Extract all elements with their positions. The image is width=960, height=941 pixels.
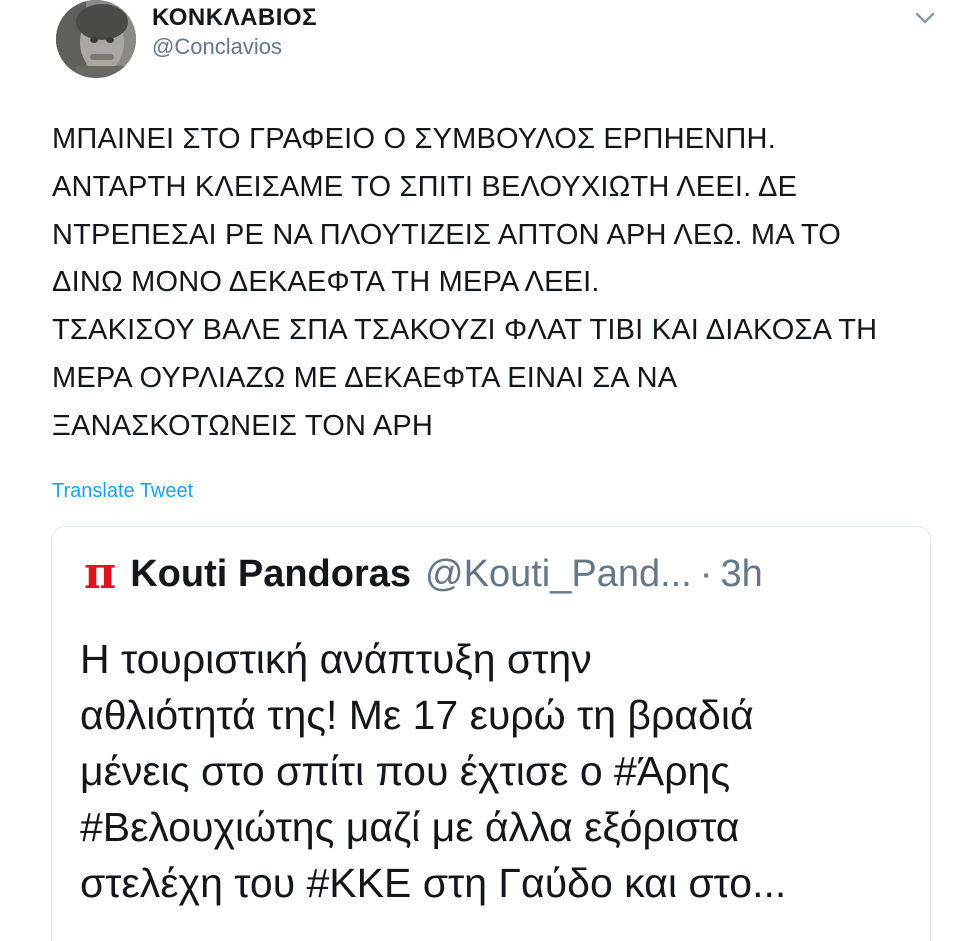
tweet-text-line: ΜΕΡΑ ΟΥΡΛΙΑΖΩ ΜΕ ΔΕΚΑΕΦΤΑ ΕΙΝΑΙ ΣΑ ΝΑ bbox=[52, 361, 678, 394]
quoted-tweet-card[interactable]: π Kouti Pandoras @Kouti_Pand... · 3h Η τ… bbox=[51, 526, 931, 941]
tweet-text-line: ΞΑΝΑΣΚΟΤΩΝΕΙΣ ΤΟΝ ΑΡΗ bbox=[52, 409, 434, 442]
quoted-text-line: #Βελουχιώτης μαζί με άλλα εξόριστα bbox=[80, 804, 740, 850]
tweet-text-line: ΜΠΑΙΝΕΙ ΣΤΟ ΓΡΑΦΕΙΟ Ο ΣΥΜΒΟΥΛΟΣ ΕΡΠΗΕΝΠΗ… bbox=[52, 123, 776, 155]
user-handle[interactable]: @Conclavios bbox=[152, 34, 282, 60]
quoted-text-line: Η τουριστική ανάπτυξη στην bbox=[80, 636, 592, 682]
avatar-photo bbox=[56, 0, 136, 78]
quoted-tweet-text: Η τουριστική ανάπτυξη στην αθλιότητά της… bbox=[80, 631, 786, 911]
quoted-text-line: μένεις στο σπίτι που έχτισε ο #Άρης bbox=[80, 748, 731, 794]
tweet-text-line: ΤΣΑΚΙΣΟΥ ΒΑΛΕ ΣΠΑ ΤΣΑΚΟΥΖΙ ΦΛΑΤ ΤΙΒΙ ΚΑΙ… bbox=[52, 314, 878, 347]
chevron-down-icon[interactable] bbox=[914, 10, 936, 26]
quoted-text-line: στελέχη του #ΚΚΕ στη Γαύδο και στο... bbox=[80, 860, 787, 906]
tweet-text: ΜΠΑΙΝΕΙ ΣΤΟ ΓΡΑΦΕΙΟ Ο ΣΥΜΒΟΥΛΟΣ ΕΡΠΗΕΝΠΗ… bbox=[52, 116, 942, 451]
quoted-timestamp[interactable]: 3h bbox=[720, 553, 762, 596]
display-name[interactable]: ΚΟΝΚΛΑΒΙΟΣ bbox=[152, 4, 317, 32]
translate-tweet-link[interactable]: Translate Tweet bbox=[52, 480, 193, 503]
quoted-author-handle[interactable]: @Kouti_Pand... bbox=[425, 553, 692, 596]
tweet-text-line: ΑΝΤΑΡΤΗ ΚΛΕΙΣΑΜΕ ΤΟ ΣΠΙΤΙ ΒΕΛΟΥΧΙΩΤΗ ΛΕΕ… bbox=[52, 170, 798, 203]
tweet-text-line: ΝΤΡΕΠΕΣΑΙ ΡΕ ΝΑ ΠΛΟΥΤΙΖΕΙΣ ΑΠΤΟΝ ΑΡΗ ΛΕΩ… bbox=[52, 218, 842, 251]
tweet-text-line: ΔΙΝΩ ΜΟΝΟ ΔΕΚΑΕΦΤΑ ΤΗ ΜΕΡΑ ΛΕΕΙ. bbox=[52, 266, 600, 299]
quoted-author-name[interactable]: Kouti Pandoras bbox=[130, 553, 411, 596]
avatar[interactable] bbox=[56, 0, 136, 78]
quoted-separator: · bbox=[699, 552, 713, 595]
pi-logo: π bbox=[84, 548, 117, 599]
quoted-tweet-header: π Kouti Pandoras @Kouti_Pand... · 3h bbox=[84, 549, 763, 599]
quoted-text-line: αθλιότητά της! Με 17 ευρώ τη βραδιά bbox=[80, 692, 754, 738]
